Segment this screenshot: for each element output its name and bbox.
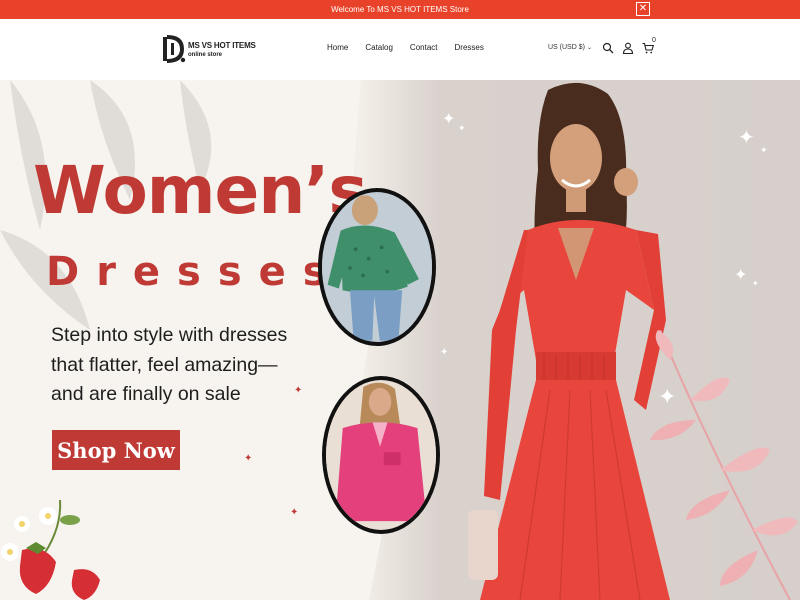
sparkle-icon: ✦ [244, 453, 253, 464]
close-icon[interactable]: ✕ [636, 2, 650, 16]
product-image-pink-sweater[interactable] [322, 376, 440, 534]
announcement-bar: Welcome To MS VS HOT ITEMS Store ✕ [0, 0, 800, 19]
hero-title-line2: Dresses [46, 249, 344, 295]
nav-dresses[interactable]: Dresses [455, 43, 484, 52]
search-icon[interactable] [602, 41, 614, 54]
currency-selector[interactable]: US (USD $) ⌄ [548, 44, 592, 51]
nav-home[interactable]: Home [327, 43, 348, 52]
account-icon[interactable] [622, 41, 634, 55]
currency-label: US (USD $) [548, 43, 585, 51]
hero-title-line1: Women’s [33, 152, 368, 229]
chevron-down-icon: ⌄ [586, 44, 592, 51]
header-actions: US (USD $) ⌄ 0 [548, 37, 662, 55]
sparkle-icon: ✦ [442, 111, 456, 128]
main-nav: Home Catalog Contact Dresses [327, 43, 484, 52]
sparkle-icon: ✦ [440, 347, 449, 358]
sparkle-icon: ✦ [760, 145, 768, 155]
logo-title: MS VS HOT ITEMS [188, 41, 256, 50]
sparkle-icon: ✦ [752, 279, 759, 288]
logo-subtitle: online store [188, 52, 223, 58]
sparkle-icon: ✦ [738, 127, 755, 149]
hero-tagline: Step into style with dresses that flatte… [51, 324, 288, 405]
pink-leaves-decoration [650, 330, 798, 600]
sparkle-icon: ✦ [458, 123, 466, 133]
nav-contact[interactable]: Contact [410, 43, 438, 52]
nav-catalog[interactable]: Catalog [365, 43, 393, 52]
cart-count: 0 [651, 37, 656, 44]
site-header: MS VS HOT ITEMS online store Home Catalo… [0, 19, 800, 80]
store-logo[interactable]: MS VS HOT ITEMS online store [162, 35, 256, 65]
sparkle-icon: ✦ [294, 385, 303, 396]
logo-mark-icon [163, 35, 186, 63]
cart-icon[interactable]: 0 [642, 37, 656, 54]
announcement-text: Welcome To MS VS HOT ITEMS Store [331, 5, 469, 14]
sparkle-icon: ✦ [734, 267, 748, 284]
strawberry-decoration [1, 499, 100, 600]
product-image-green-blouse[interactable] [318, 188, 436, 346]
hero-banner: Women’s Dresses Step into style with dre… [0, 80, 800, 600]
sparkle-icon: ✦ [290, 507, 299, 518]
shop-now-button[interactable]: Shop Now [52, 430, 180, 470]
